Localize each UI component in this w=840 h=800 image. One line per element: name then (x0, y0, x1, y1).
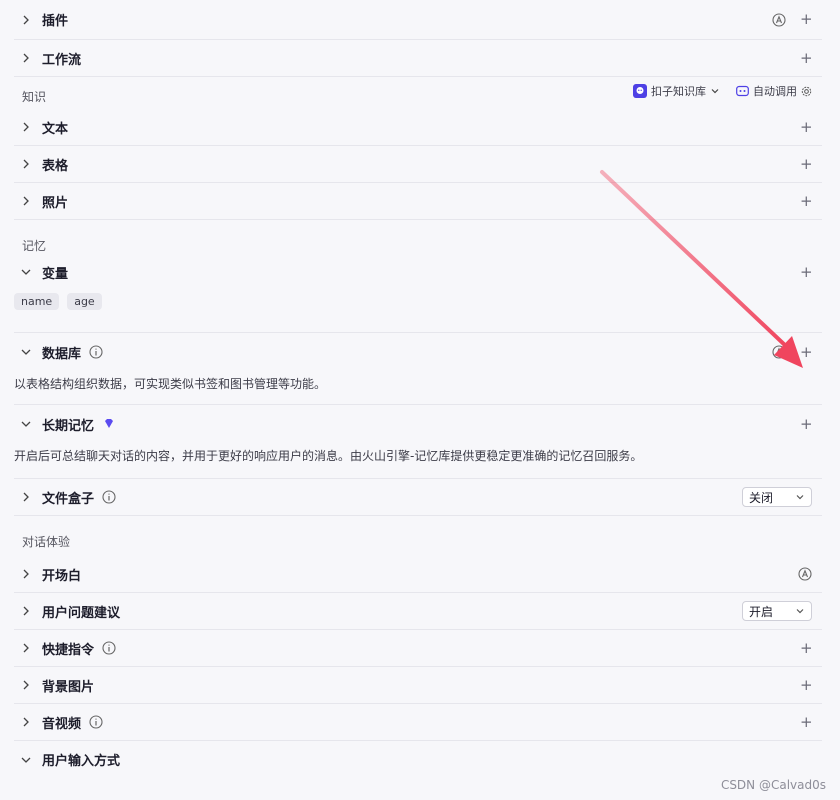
knowledge-text-title: 文本 (42, 121, 69, 137)
coze-logo-icon (633, 84, 647, 98)
background-row[interactable]: 背景图片 + (14, 667, 822, 704)
workflow-title: 工作流 (42, 52, 82, 68)
av-title: 音视频 (42, 716, 82, 732)
add-database-button[interactable]: + (800, 344, 813, 360)
add-photo-button[interactable]: + (800, 193, 813, 209)
chevron-right-icon[interactable] (14, 121, 42, 133)
chevron-right-icon[interactable] (14, 568, 42, 580)
database-description: 以表格结构组织数据，可实现类似书签和图书管理等功能。 (14, 371, 822, 405)
gear-icon[interactable] (801, 86, 812, 97)
variable-tag-name[interactable]: name (14, 293, 60, 310)
chevron-down-icon[interactable] (14, 346, 42, 358)
knowledge-base-selector[interactable]: 扣子知识库 (633, 83, 720, 99)
add-workflow-button[interactable]: + (800, 50, 813, 66)
chevron-down-icon[interactable] (14, 754, 42, 766)
knowledge-table-title: 表格 (42, 158, 69, 174)
suggestions-value: 开启 (749, 604, 774, 619)
auto-call-label: 自动调用 (753, 85, 797, 98)
plugins-row[interactable]: 插件 + (14, 0, 822, 40)
chevron-down-icon[interactable] (14, 266, 42, 278)
shortcuts-row[interactable]: 快捷指令 + (14, 630, 822, 667)
input-mode-row[interactable]: 用户输入方式 (14, 741, 822, 778)
auto-a-icon[interactable] (798, 567, 812, 581)
chevron-right-icon[interactable] (14, 195, 42, 207)
chevron-right-icon[interactable] (14, 491, 42, 503)
auto-call-icon (736, 85, 749, 97)
diamond-icon (102, 417, 116, 431)
dialog-section-label: 对话体验 (14, 516, 822, 556)
knowledge-text-row[interactable]: 文本 + (14, 109, 822, 146)
kb-selector-label: 扣子知识库 (651, 85, 706, 98)
opening-title: 开场白 (42, 568, 82, 584)
av-row[interactable]: 音视频 + (14, 704, 822, 741)
memory-label: 记忆 (22, 239, 47, 253)
add-variable-button[interactable]: + (800, 264, 813, 280)
add-text-button[interactable]: + (800, 119, 813, 135)
long-term-memory-description: 开启后可总结聊天对话的内容，并用于更好的响应用户的消息。由火山引擎-记忆库提供更… (14, 443, 822, 479)
chevron-down-icon (796, 495, 804, 500)
long-term-memory-row[interactable]: 长期记忆 + (14, 405, 822, 443)
watermark: CSDN @Calvad0s (720, 778, 826, 792)
file-box-select[interactable]: 关闭 (742, 487, 812, 507)
auto-a-icon[interactable] (772, 12, 786, 27)
file-box-row[interactable]: 文件盒子 关闭 (14, 479, 822, 516)
add-shortcut-button[interactable]: + (800, 640, 813, 656)
long-term-memory-title: 长期记忆 (42, 418, 95, 434)
add-background-button[interactable]: + (800, 677, 813, 693)
workflow-row[interactable]: 工作流 + (14, 40, 822, 77)
knowledge-label: 知识 (22, 90, 47, 104)
info-icon[interactable] (89, 345, 103, 359)
background-title: 背景图片 (42, 679, 95, 695)
info-icon[interactable] (102, 641, 116, 655)
auto-call-setting[interactable]: 自动调用 (736, 83, 812, 99)
add-long-term-memory-button[interactable]: + (800, 416, 813, 432)
add-plugin-button[interactable]: + (800, 12, 813, 27)
add-table-button[interactable]: + (800, 156, 813, 172)
chevron-right-icon[interactable] (14, 158, 42, 170)
opening-row[interactable]: 开场白 (14, 556, 822, 593)
dialog-label: 对话体验 (22, 535, 71, 549)
chevron-right-icon[interactable] (14, 14, 42, 26)
memory-section-label: 记忆 (14, 220, 822, 260)
info-icon[interactable] (89, 715, 103, 729)
suggestions-row[interactable]: 用户问题建议 开启 (14, 593, 822, 630)
knowledge-table-row[interactable]: 表格 + (14, 146, 822, 183)
bot-config-panel: 插件 + 工作流 + 知识 扣子知识库 自动调用 文本 + 表格 + 照片 + … (14, 0, 822, 778)
plugins-title: 插件 (42, 14, 69, 29)
knowledge-section-label: 知识 扣子知识库 自动调用 (14, 77, 822, 109)
file-box-value: 关闭 (749, 490, 774, 505)
database-title: 数据库 (42, 346, 82, 362)
suggestions-select[interactable]: 开启 (742, 601, 812, 621)
input-mode-title: 用户输入方式 (42, 754, 121, 769)
variable-tags: name age (14, 284, 822, 333)
database-row[interactable]: 数据库 + (14, 333, 822, 371)
chevron-down-icon[interactable] (14, 418, 42, 430)
shortcuts-title: 快捷指令 (42, 642, 95, 658)
chevron-down-icon (796, 609, 804, 614)
chevron-right-icon[interactable] (14, 52, 42, 64)
info-icon[interactable] (102, 490, 116, 504)
chevron-right-icon[interactable] (14, 716, 42, 728)
chevron-right-icon[interactable] (14, 605, 42, 617)
suggestions-title: 用户问题建议 (42, 605, 121, 621)
knowledge-photo-title: 照片 (42, 195, 69, 211)
file-box-title: 文件盒子 (42, 491, 95, 507)
variable-tag-age[interactable]: age (67, 293, 102, 310)
auto-a-icon[interactable] (772, 345, 786, 359)
chevron-right-icon[interactable] (14, 642, 42, 654)
chevron-down-icon (711, 89, 719, 94)
variables-row[interactable]: 变量 + (14, 260, 822, 284)
chevron-right-icon[interactable] (14, 679, 42, 691)
add-av-button[interactable]: + (800, 714, 813, 730)
knowledge-photo-row[interactable]: 照片 + (14, 183, 822, 220)
variables-title: 变量 (42, 266, 69, 282)
